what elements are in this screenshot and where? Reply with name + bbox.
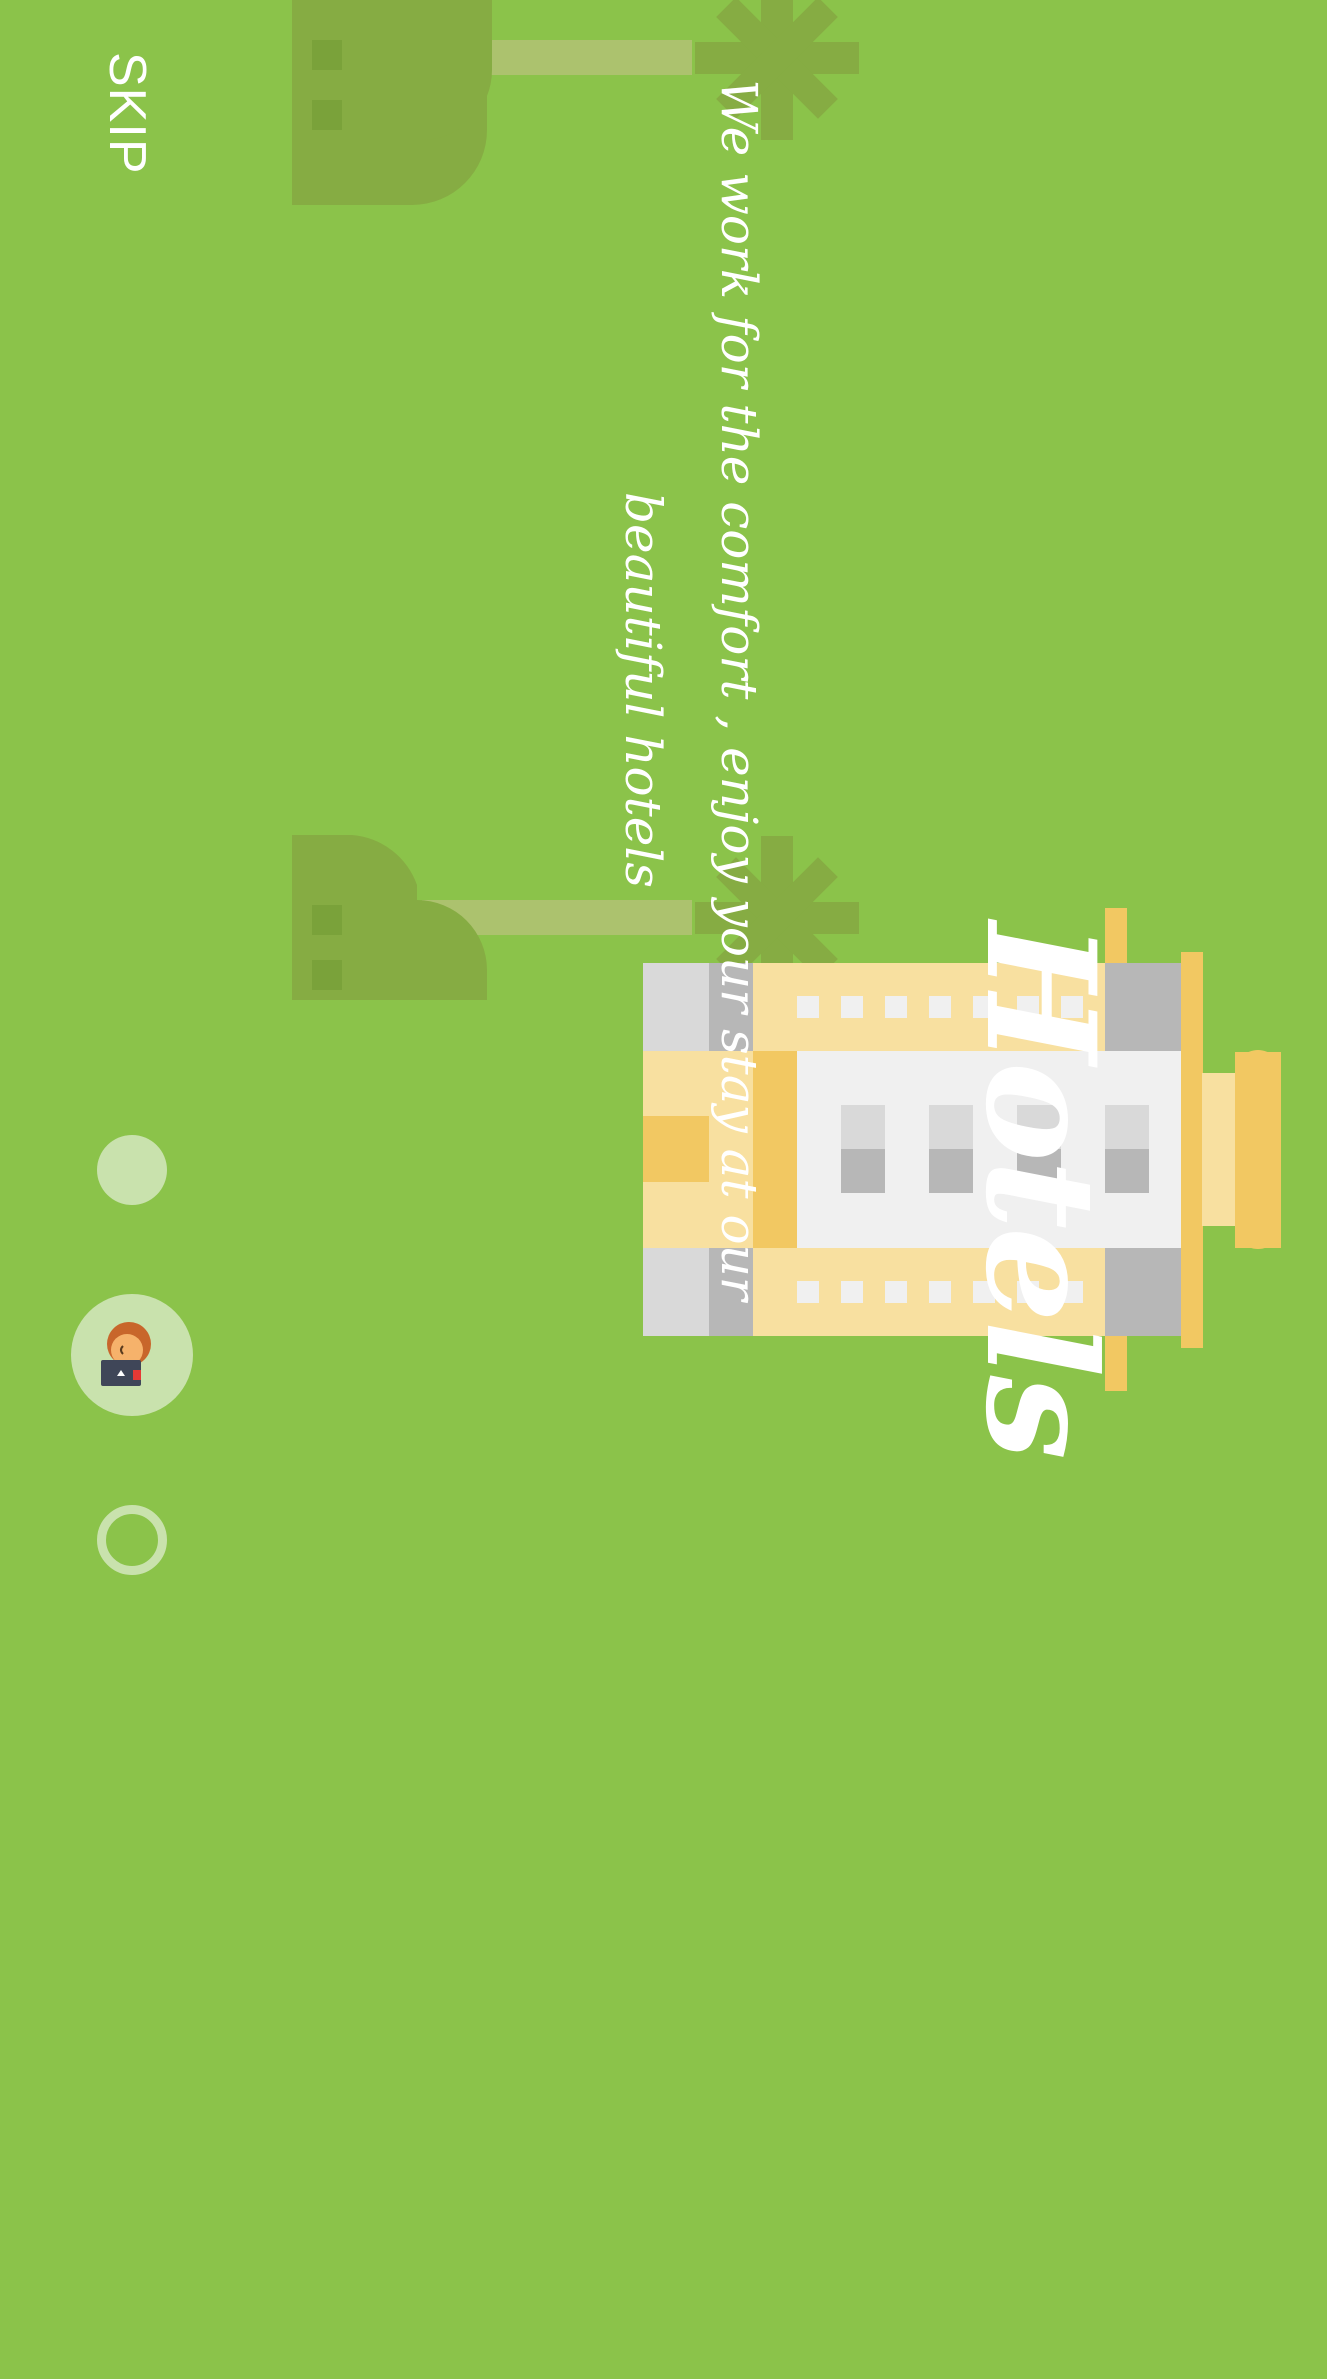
window [885, 1281, 907, 1303]
page-dot-2-current[interactable] [71, 1294, 193, 1416]
page-dot-3[interactable] [97, 1505, 167, 1575]
roof-cap-end [1235, 1050, 1281, 1096]
skip-button[interactable]: SKIP [87, 52, 167, 202]
window [885, 996, 907, 1018]
page-title: Hotels [952, 922, 1128, 1458]
onboarding-screen: Hotels We work for the comfort , enjoy y… [0, 0, 1327, 2379]
roof-cap-base [1202, 1073, 1236, 1226]
window [929, 1281, 951, 1303]
window [841, 996, 863, 1018]
window [797, 1281, 819, 1303]
tower-window [841, 1149, 885, 1193]
window [797, 996, 819, 1018]
page-indicator [71, 1135, 193, 1575]
roof-cap-end [1235, 1203, 1281, 1249]
roof-bar [1181, 952, 1203, 1348]
receptionist-avatar-icon [101, 1322, 151, 1386]
window [929, 996, 951, 1018]
page-dot-1[interactable] [97, 1135, 167, 1205]
tower-window [841, 1105, 885, 1149]
page-subtitle: We work for the comfort , enjoy your sta… [614, 79, 768, 1301]
window [841, 1281, 863, 1303]
